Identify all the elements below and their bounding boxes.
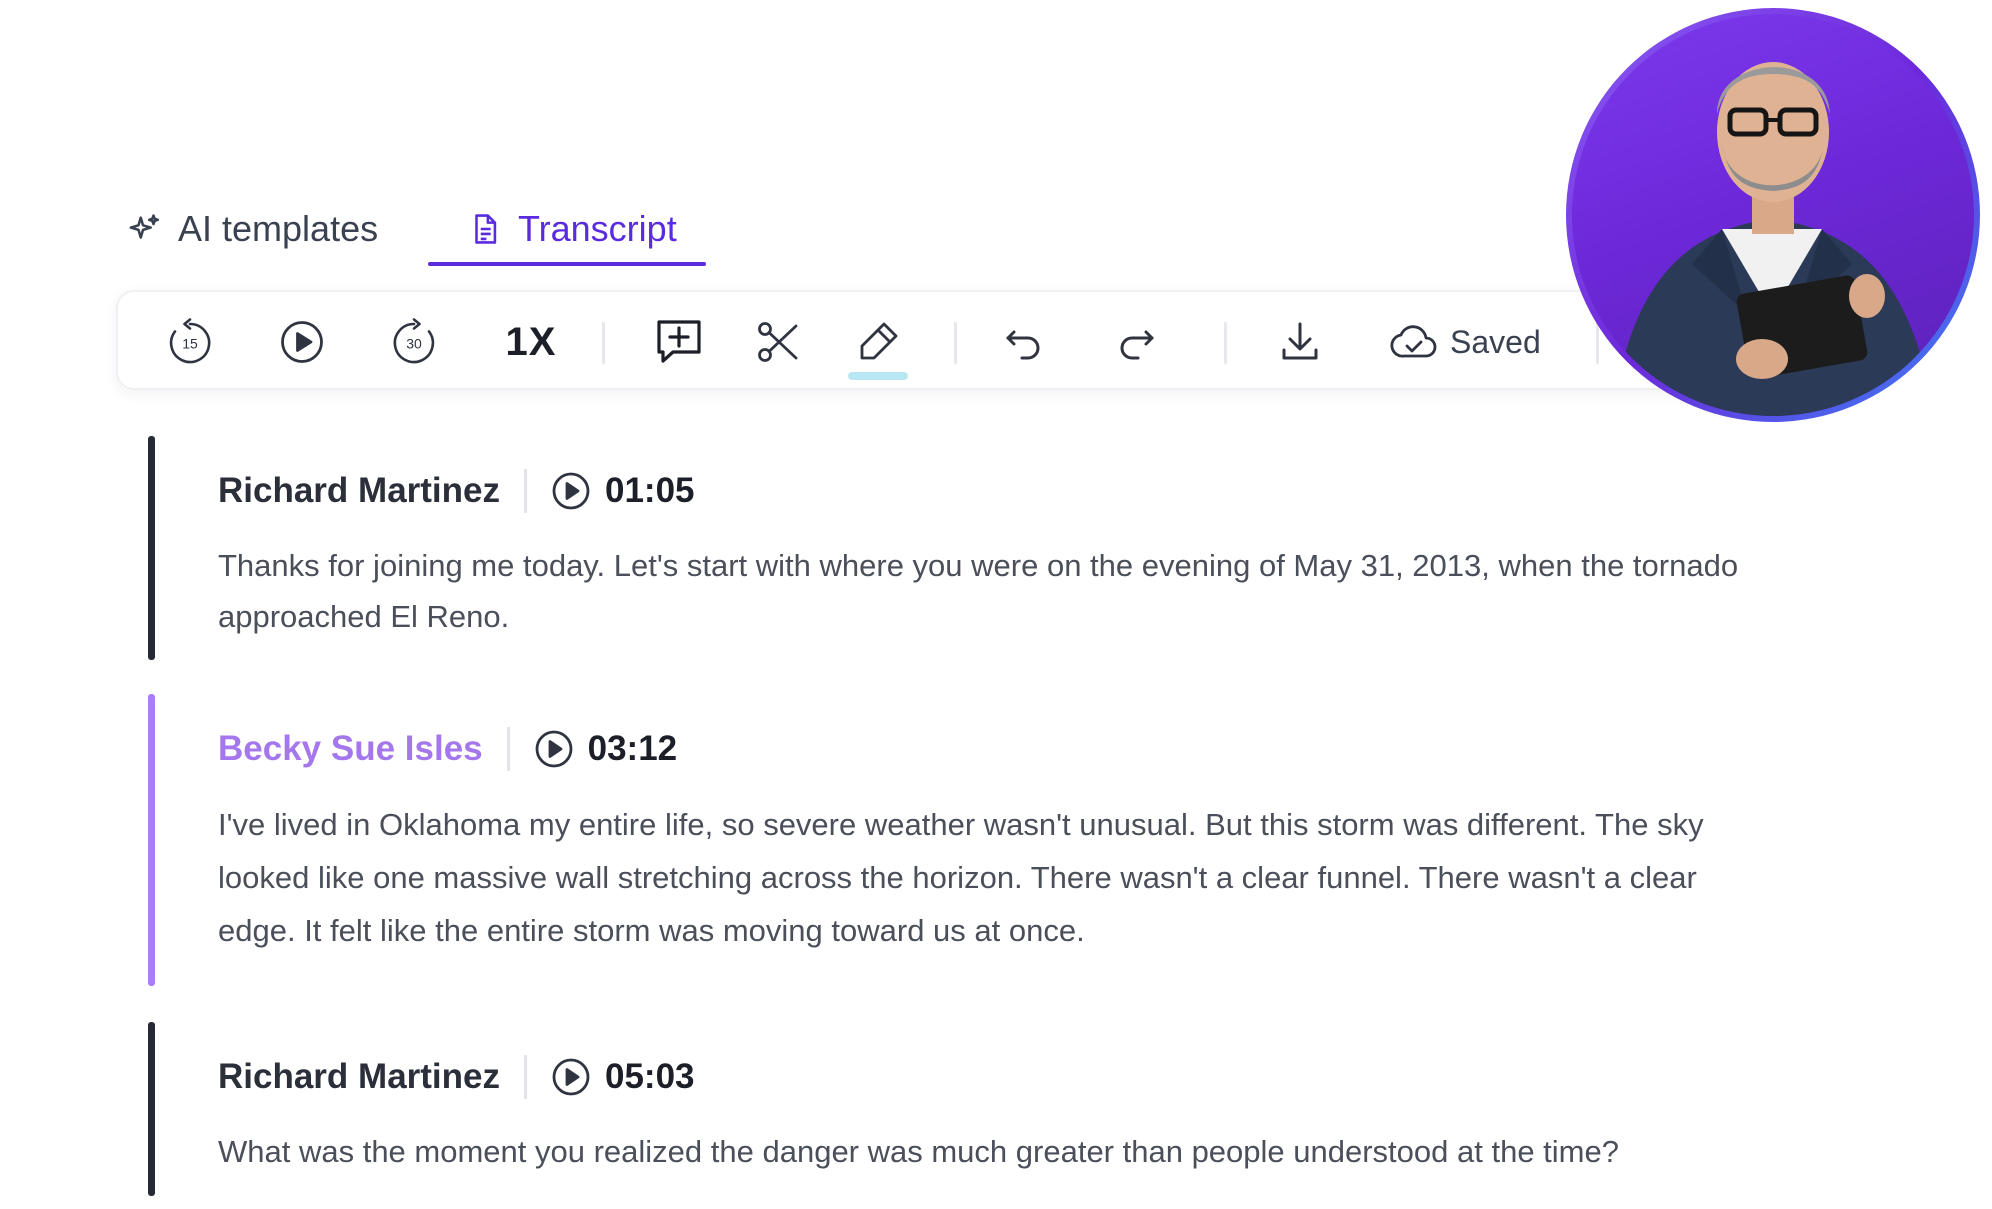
active-tab-indicator bbox=[428, 262, 706, 266]
segment-marker bbox=[148, 1022, 155, 1196]
highlight-button[interactable] bbox=[848, 314, 908, 380]
transcript-segment[interactable]: Becky Sue Isles 03:12 I've lived in Okla… bbox=[148, 694, 1808, 986]
play-icon bbox=[281, 321, 323, 363]
play-circle-icon[interactable] bbox=[551, 471, 591, 511]
redo-icon bbox=[1120, 330, 1154, 360]
highlighter-icon bbox=[860, 322, 898, 360]
sparkle-icon bbox=[129, 214, 160, 239]
segment-text[interactable]: What was the moment you realized the dan… bbox=[218, 1126, 1778, 1177]
transcript-segment[interactable]: Richard Martinez 05:03 What was the mome… bbox=[148, 1022, 1808, 1196]
transcript-segment[interactable]: Richard Martinez 01:05 Thanks for joinin… bbox=[148, 436, 1808, 660]
tab-bar: AI templates Transcript bbox=[128, 196, 1148, 270]
undo-icon bbox=[1006, 330, 1040, 360]
svg-text:30: 30 bbox=[406, 336, 422, 352]
tab-transcript[interactable]: Transcript bbox=[448, 196, 697, 262]
header-divider bbox=[506, 727, 510, 771]
header-divider bbox=[524, 469, 527, 513]
speaker-name[interactable]: Richard Martinez bbox=[218, 1057, 500, 1097]
download-button[interactable] bbox=[1272, 314, 1328, 370]
redo-button[interactable] bbox=[1108, 314, 1164, 370]
tab-ai-templates-label: AI templates bbox=[178, 208, 379, 249]
toolbar-divider bbox=[602, 322, 605, 364]
play-button[interactable] bbox=[270, 314, 334, 370]
segment-timestamp[interactable]: 05:03 bbox=[605, 1057, 695, 1097]
playback-speed-button[interactable]: 1X bbox=[494, 314, 568, 370]
speaker-name[interactable]: Richard Martinez bbox=[218, 471, 500, 511]
speaker-name[interactable]: Becky Sue Isles bbox=[218, 729, 483, 769]
cloud-check-icon bbox=[1390, 325, 1437, 358]
rewind-15-button[interactable]: 15 bbox=[158, 314, 222, 370]
segment-timestamp[interactable]: 01:05 bbox=[605, 471, 695, 511]
play-circle-icon[interactable] bbox=[534, 729, 574, 769]
segment-marker bbox=[148, 436, 155, 660]
add-comment-icon bbox=[657, 320, 701, 363]
document-icon bbox=[475, 214, 497, 244]
tab-transcript-label: Transcript bbox=[518, 208, 677, 249]
segment-header: Richard Martinez 01:05 bbox=[218, 466, 695, 516]
segment-header: Richard Martinez 05:03 bbox=[218, 1052, 695, 1102]
cut-button[interactable] bbox=[748, 314, 808, 370]
player-toolbar: 15 30 1X Saved bbox=[116, 290, 1716, 390]
forward-30-icon: 30 bbox=[393, 318, 435, 364]
highlight-color-bar bbox=[848, 372, 908, 380]
scissors-icon bbox=[758, 322, 798, 362]
segment-timestamp[interactable]: 03:12 bbox=[588, 729, 678, 769]
toolbar-divider bbox=[1224, 322, 1227, 364]
saved-label: Saved bbox=[1450, 323, 1541, 360]
header-divider bbox=[524, 1055, 527, 1099]
toolbar-divider bbox=[954, 322, 957, 364]
presenter-avatar bbox=[1566, 8, 1980, 422]
presenter-illustration bbox=[1612, 62, 1934, 416]
undo-button[interactable] bbox=[996, 314, 1052, 370]
segment-text[interactable]: I've lived in Oklahoma my entire life, s… bbox=[218, 798, 1778, 957]
forward-30-button[interactable]: 30 bbox=[382, 314, 446, 370]
segment-text[interactable]: Thanks for joining me today. Let's start… bbox=[218, 540, 1778, 642]
tab-ai-templates[interactable]: AI templates bbox=[128, 196, 378, 262]
segment-header: Becky Sue Isles 03:12 bbox=[218, 724, 677, 774]
play-circle-icon[interactable] bbox=[551, 1057, 591, 1097]
avatar-photo bbox=[1572, 14, 1974, 416]
add-comment-button[interactable] bbox=[646, 314, 712, 370]
segment-marker bbox=[148, 694, 155, 986]
download-icon bbox=[1282, 322, 1318, 360]
svg-text:15: 15 bbox=[182, 336, 198, 352]
rewind-15-icon: 15 bbox=[169, 318, 211, 364]
toolbar-divider bbox=[1596, 322, 1599, 364]
